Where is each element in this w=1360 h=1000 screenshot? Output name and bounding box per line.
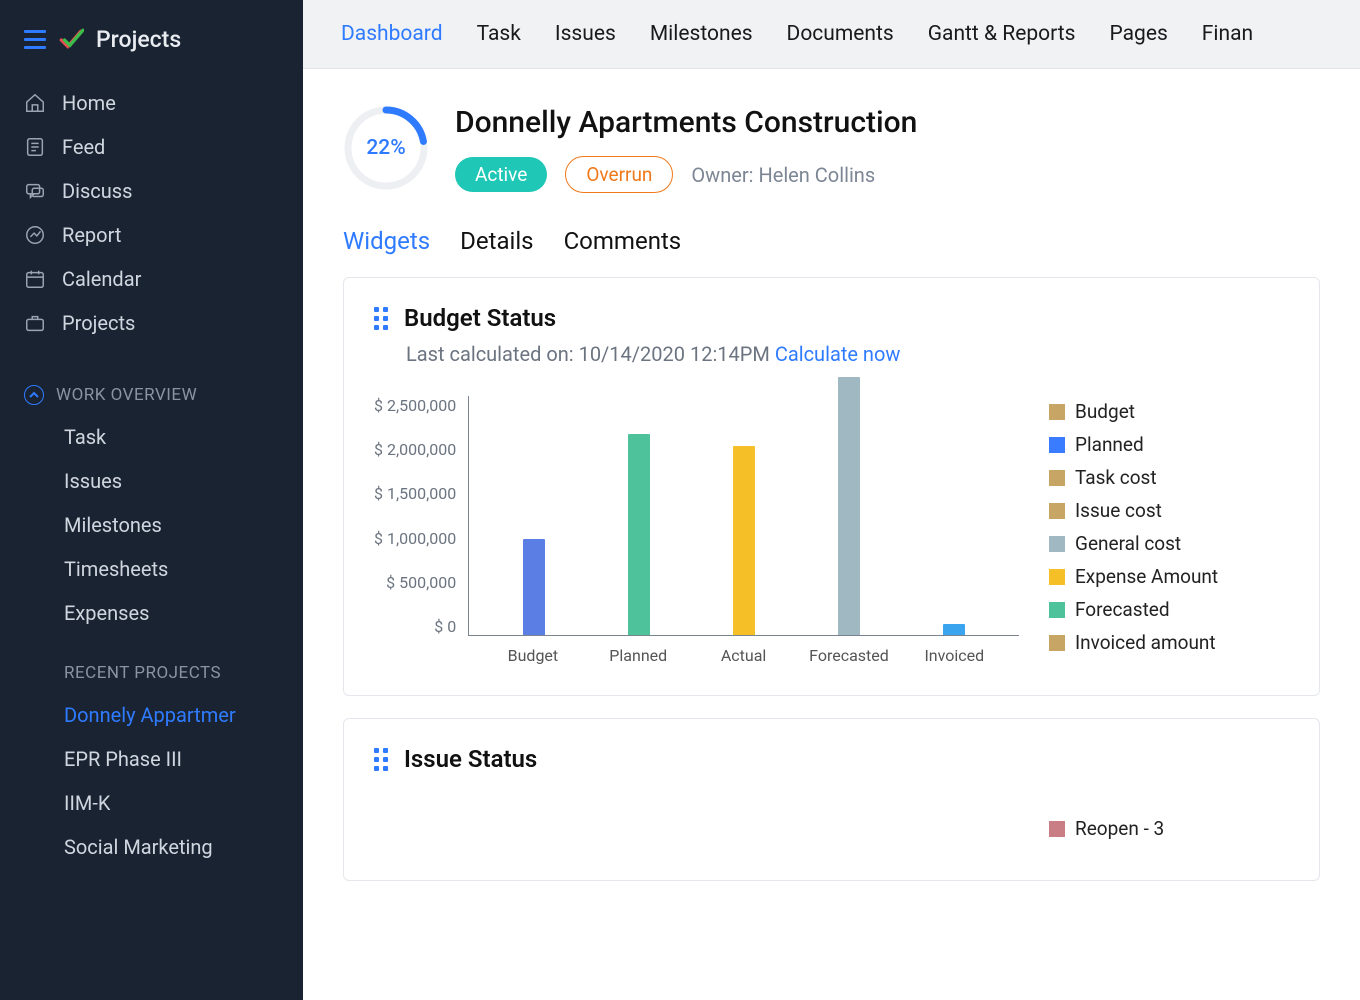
tab-milestones[interactable]: Milestones <box>650 22 753 46</box>
status-overrun-badge: Overrun <box>565 156 673 193</box>
recent-project-item[interactable]: Social Marketing <box>0 825 303 869</box>
budget-status-card: Budget Status Last calculated on: 10/14/… <box>343 277 1320 696</box>
owner-label: Owner: Helen Collins <box>691 163 875 187</box>
nav-label: Projects <box>62 311 135 335</box>
subtab-widgets[interactable]: Widgets <box>343 227 430 255</box>
card-subtitle: Last calculated on: 10/14/2020 12:14PM C… <box>406 342 1289 366</box>
briefcase-icon <box>24 312 46 334</box>
section-label: WORK OVERVIEW <box>56 385 197 405</box>
calendar-icon <box>24 268 46 290</box>
top-tabs: Dashboard Task Issues Milestones Documen… <box>303 0 1360 69</box>
bar <box>523 539 545 635</box>
legend-item: General cost <box>1049 532 1289 555</box>
nav-feed[interactable]: Feed <box>0 125 303 169</box>
work-overview-header[interactable]: WORK OVERVIEW <box>0 363 303 415</box>
subnav-expenses[interactable]: Expenses <box>0 591 303 635</box>
tab-pages[interactable]: Pages <box>1109 22 1167 46</box>
issue-status-card: Issue Status Reopen - 3 <box>343 718 1320 881</box>
main-content: Dashboard Task Issues Milestones Documen… <box>303 0 1360 1000</box>
y-axis: $ 2,500,000$ 2,000,000$ 1,500,000$ 1,000… <box>374 396 468 636</box>
bar <box>733 446 755 635</box>
subtab-comments[interactable]: Comments <box>564 227 682 255</box>
x-axis: BudgetPlannedActualForecastedInvoiced <box>468 636 1019 665</box>
recent-project-item[interactable]: Donnely Appartmer <box>0 693 303 737</box>
nav-discuss[interactable]: Discuss <box>0 169 303 213</box>
nav-label: Discuss <box>62 179 132 203</box>
nav-report[interactable]: Report <box>0 213 303 257</box>
nav-label: Calendar <box>62 267 141 291</box>
menu-icon[interactable] <box>24 30 46 49</box>
recent-project-item[interactable]: EPR Phase III <box>0 737 303 781</box>
drag-handle-icon[interactable] <box>374 748 388 771</box>
legend-item: Task cost <box>1049 466 1289 489</box>
legend-item: Forecasted <box>1049 598 1289 621</box>
tab-gantt[interactable]: Gantt & Reports <box>928 22 1076 46</box>
tab-finance[interactable]: Finan <box>1202 22 1253 46</box>
status-active-badge: Active <box>455 157 547 192</box>
recent-project-item[interactable]: IIM-K <box>0 781 303 825</box>
feed-icon <box>24 136 46 158</box>
tab-documents[interactable]: Documents <box>787 22 894 46</box>
nav-label: Home <box>62 91 116 115</box>
logo-icon <box>58 27 84 53</box>
nav-calendar[interactable]: Calendar <box>0 257 303 301</box>
nav-projects[interactable]: Projects <box>0 301 303 345</box>
home-icon <box>24 92 46 114</box>
legend-item: Budget <box>1049 400 1289 423</box>
nav-home[interactable]: Home <box>0 81 303 125</box>
legend-item: Reopen - 3 <box>1049 817 1289 840</box>
discuss-icon <box>24 180 46 202</box>
sidebar-header: Projects <box>0 12 303 71</box>
project-title: Donnelly Apartments Construction <box>455 105 917 140</box>
subnav-timesheets[interactable]: Timesheets <box>0 547 303 591</box>
issue-legend: Reopen - 3 <box>1049 813 1289 840</box>
card-title: Budget Status <box>404 304 556 332</box>
project-header: 22% Donnelly Apartments Construction Act… <box>343 105 1320 193</box>
chevron-up-icon <box>24 385 44 405</box>
budget-chart: $ 2,500,000$ 2,000,000$ 1,500,000$ 1,000… <box>374 396 1289 665</box>
legend-item: Planned <box>1049 433 1289 456</box>
drag-handle-icon[interactable] <box>374 307 388 330</box>
progress-percent: 22% <box>343 105 429 191</box>
primary-nav: Home Feed Discuss Report Calendar Projec… <box>0 71 303 363</box>
plot-area <box>468 396 1019 636</box>
report-icon <box>24 224 46 246</box>
subnav-task[interactable]: Task <box>0 415 303 459</box>
tab-dashboard[interactable]: Dashboard <box>341 22 443 46</box>
bar <box>943 624 965 635</box>
legend-item: Issue cost <box>1049 499 1289 522</box>
tab-task[interactable]: Task <box>477 22 521 46</box>
recent-projects-header: RECENT PROJECTS <box>0 635 303 693</box>
progress-ring: 22% <box>343 105 429 191</box>
tab-issues[interactable]: Issues <box>555 22 616 46</box>
legend-item: Expense Amount <box>1049 565 1289 588</box>
app-title: Projects <box>96 26 181 53</box>
bar <box>838 377 860 635</box>
chart-legend: Budget Planned Task cost Issue cost General … <box>1049 396 1289 665</box>
card-title: Issue Status <box>404 745 537 773</box>
subnav-milestones[interactable]: Milestones <box>0 503 303 547</box>
bar <box>628 434 650 635</box>
calculate-now-link[interactable]: Calculate now <box>775 342 901 366</box>
sub-tabs: Widgets Details Comments <box>343 227 1320 255</box>
sidebar: Projects Home Feed Discuss Report Calend… <box>0 0 303 1000</box>
nav-label: Feed <box>62 135 105 159</box>
nav-label: Report <box>62 223 121 247</box>
legend-item: Invoiced amount <box>1049 631 1289 654</box>
subnav-issues[interactable]: Issues <box>0 459 303 503</box>
subtab-details[interactable]: Details <box>460 227 533 255</box>
